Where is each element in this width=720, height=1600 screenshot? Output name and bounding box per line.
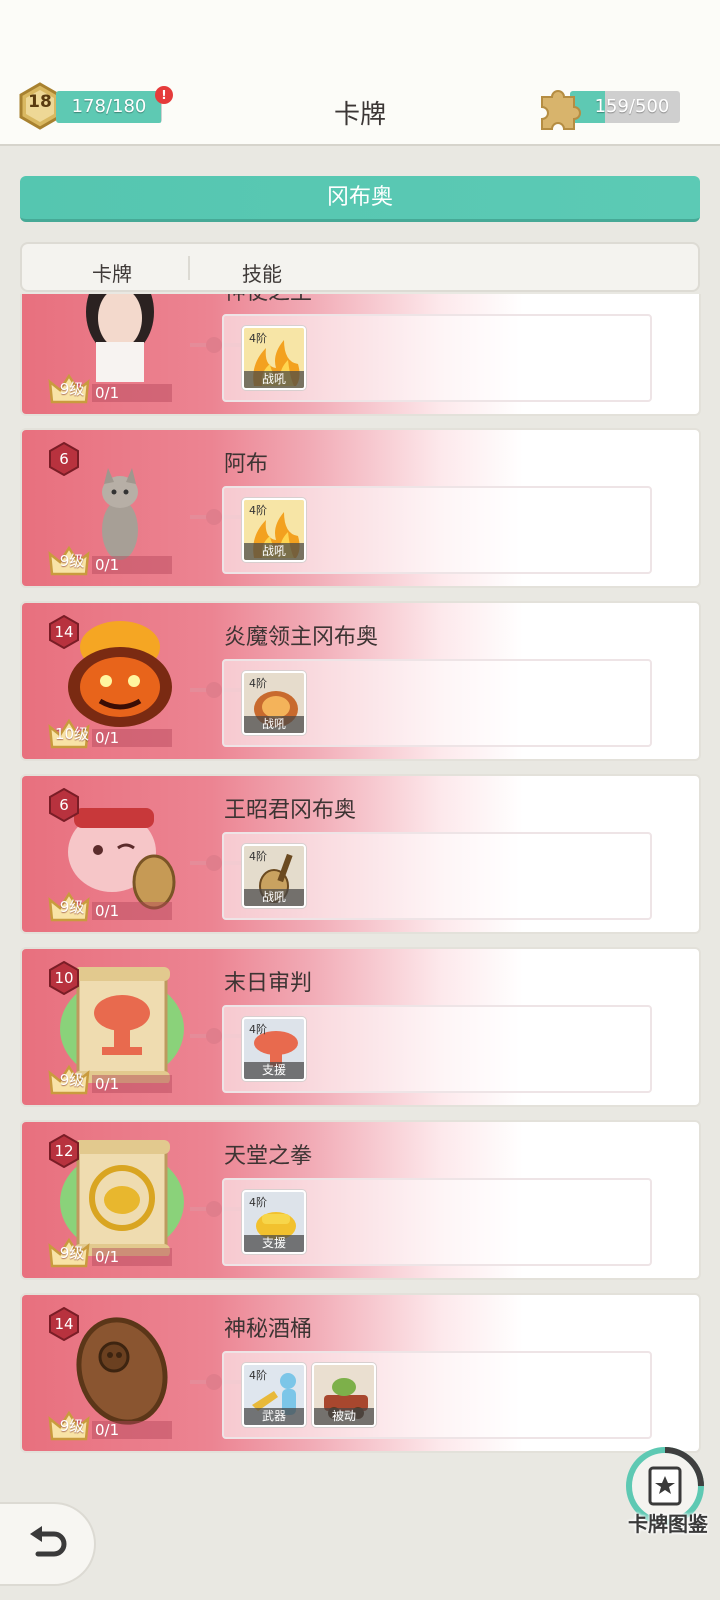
puzzle-piece-icon (541, 90, 581, 130)
card-level: 9级 (59, 1417, 85, 1435)
skill-panel: 4阶支援 (222, 1005, 652, 1093)
skill-tier: 4阶 (249, 677, 267, 690)
card-progress: 0/1 (95, 556, 120, 574)
card-progress: 0/1 (95, 384, 120, 402)
card-row[interactable]: 6 9级 0/1 王昭君冈布奥 4阶战吼 (20, 774, 701, 934)
card-row[interactable]: 9级 0/1 神使之王 4阶战吼 (20, 294, 701, 416)
skill-type: 战吼 (244, 716, 304, 733)
card-badge-number: 14 (54, 1315, 74, 1333)
card-name: 天堂之拳 (224, 1144, 313, 1169)
skill-tier: 4阶 (249, 1023, 267, 1036)
card-name: 神秘酒桶 (224, 1317, 313, 1342)
card-level: 9级 (59, 898, 85, 916)
skill-slot[interactable]: 4阶战吼 (242, 498, 306, 562)
skill-panel: 4阶战吼 (222, 832, 652, 920)
top-bar: 18 178/180 ! 卡牌 159/500 (0, 0, 720, 146)
connector-dot (206, 855, 222, 871)
skill-type: 战吼 (244, 543, 304, 560)
skill-panel: 4阶武器 被动 (222, 1351, 652, 1439)
tab-bar: 卡牌 技能 (20, 242, 700, 292)
connector-dot (206, 1201, 222, 1217)
connector-dot (206, 1374, 222, 1390)
card-row[interactable]: 12 9级 0/1 天堂之拳 4阶支援 (20, 1120, 701, 1280)
connector-dot (206, 1028, 222, 1044)
skill-tier: 4阶 (249, 504, 267, 517)
category-banner[interactable]: 冈布奥 (20, 176, 700, 222)
card-progress: 0/1 (95, 729, 120, 747)
card-progress: 0/1 (95, 1248, 120, 1266)
card-badge-number: 12 (54, 1142, 74, 1160)
card-name: 炎魔领主冈布奥 (224, 625, 379, 650)
tab-cards[interactable]: 卡牌 (92, 258, 132, 287)
skill-type: 战吼 (244, 371, 304, 388)
tab-divider (188, 256, 190, 280)
skill-slot[interactable]: 4阶战吼 (242, 844, 306, 908)
skill-panel: 4阶战吼 (222, 659, 652, 747)
skill-tier: 4阶 (249, 850, 267, 863)
card-name: 王昭君冈布奥 (224, 798, 357, 823)
card-level: 9级 (59, 1071, 85, 1089)
connector-dot (206, 682, 222, 698)
card-badge-number: 10 (54, 969, 74, 987)
skill-tier: 4阶 (249, 1196, 267, 1209)
skill-tier: 4阶 (249, 332, 267, 345)
skill-type: 被动 (314, 1408, 374, 1425)
connector-dot (206, 509, 222, 525)
card-row[interactable]: 10 9级 0/1 末日审判 4阶支援 (20, 947, 701, 1107)
card-level: 10级 (54, 725, 90, 743)
skill-type: 支援 (244, 1062, 304, 1079)
card-level: 9级 (59, 552, 85, 570)
card-list[interactable]: 9级0/1神使之王4阶战吼69级0/1阿布4阶战吼1410级0/1炎魔领主冈布奥… (20, 294, 701, 1484)
skill-type: 战吼 (244, 889, 304, 906)
card-progress: 0/1 (95, 902, 120, 920)
card-progress: 0/1 (95, 1075, 120, 1093)
skill-panel: 4阶支援 (222, 1178, 652, 1266)
card-level: 9级 (59, 1244, 85, 1262)
card-badge-number: 6 (59, 796, 69, 814)
card-row[interactable]: 14 10级 0/1 炎魔领主冈布奥 4阶战吼 (20, 601, 701, 761)
card-name: 神使之王 (224, 294, 312, 306)
skill-slot[interactable]: 被动 (312, 1363, 376, 1427)
skill-panel: 4阶战吼 (222, 314, 652, 402)
card-badge-number: 6 (59, 450, 69, 468)
skill-panel: 4阶战吼 (222, 486, 652, 574)
card-row[interactable]: 6 9级 0/1 阿布 4阶战吼 (20, 428, 701, 588)
tab-skills[interactable]: 技能 (242, 258, 282, 287)
skill-type: 支援 (244, 1235, 304, 1252)
skill-slot[interactable]: 4阶支援 (242, 1190, 306, 1254)
skill-slot[interactable]: 4阶战吼 (242, 326, 306, 390)
skill-slot[interactable]: 4阶战吼 (242, 671, 306, 735)
card-level: 9级 (59, 380, 85, 398)
card-progress: 0/1 (95, 1421, 120, 1439)
skill-slot[interactable]: 4阶武器 (242, 1363, 306, 1427)
skill-tier: 4阶 (249, 1369, 267, 1382)
connector-dot (206, 337, 222, 353)
card-name: 末日审判 (224, 971, 313, 996)
card-codex-label[interactable]: 卡牌图鉴 (618, 1508, 718, 1537)
skill-type: 武器 (244, 1408, 304, 1425)
card-name: 阿布 (224, 452, 269, 477)
back-button[interactable] (0, 1502, 96, 1586)
puzzle-count: 159/500 (594, 96, 670, 117)
card-row[interactable]: 14 9级 0/1 神秘酒桶 4阶武器 被动 (20, 1293, 701, 1453)
skill-slot[interactable]: 4阶支援 (242, 1017, 306, 1081)
back-arrow-icon (30, 1526, 67, 1557)
card-badge-number: 14 (54, 623, 74, 641)
